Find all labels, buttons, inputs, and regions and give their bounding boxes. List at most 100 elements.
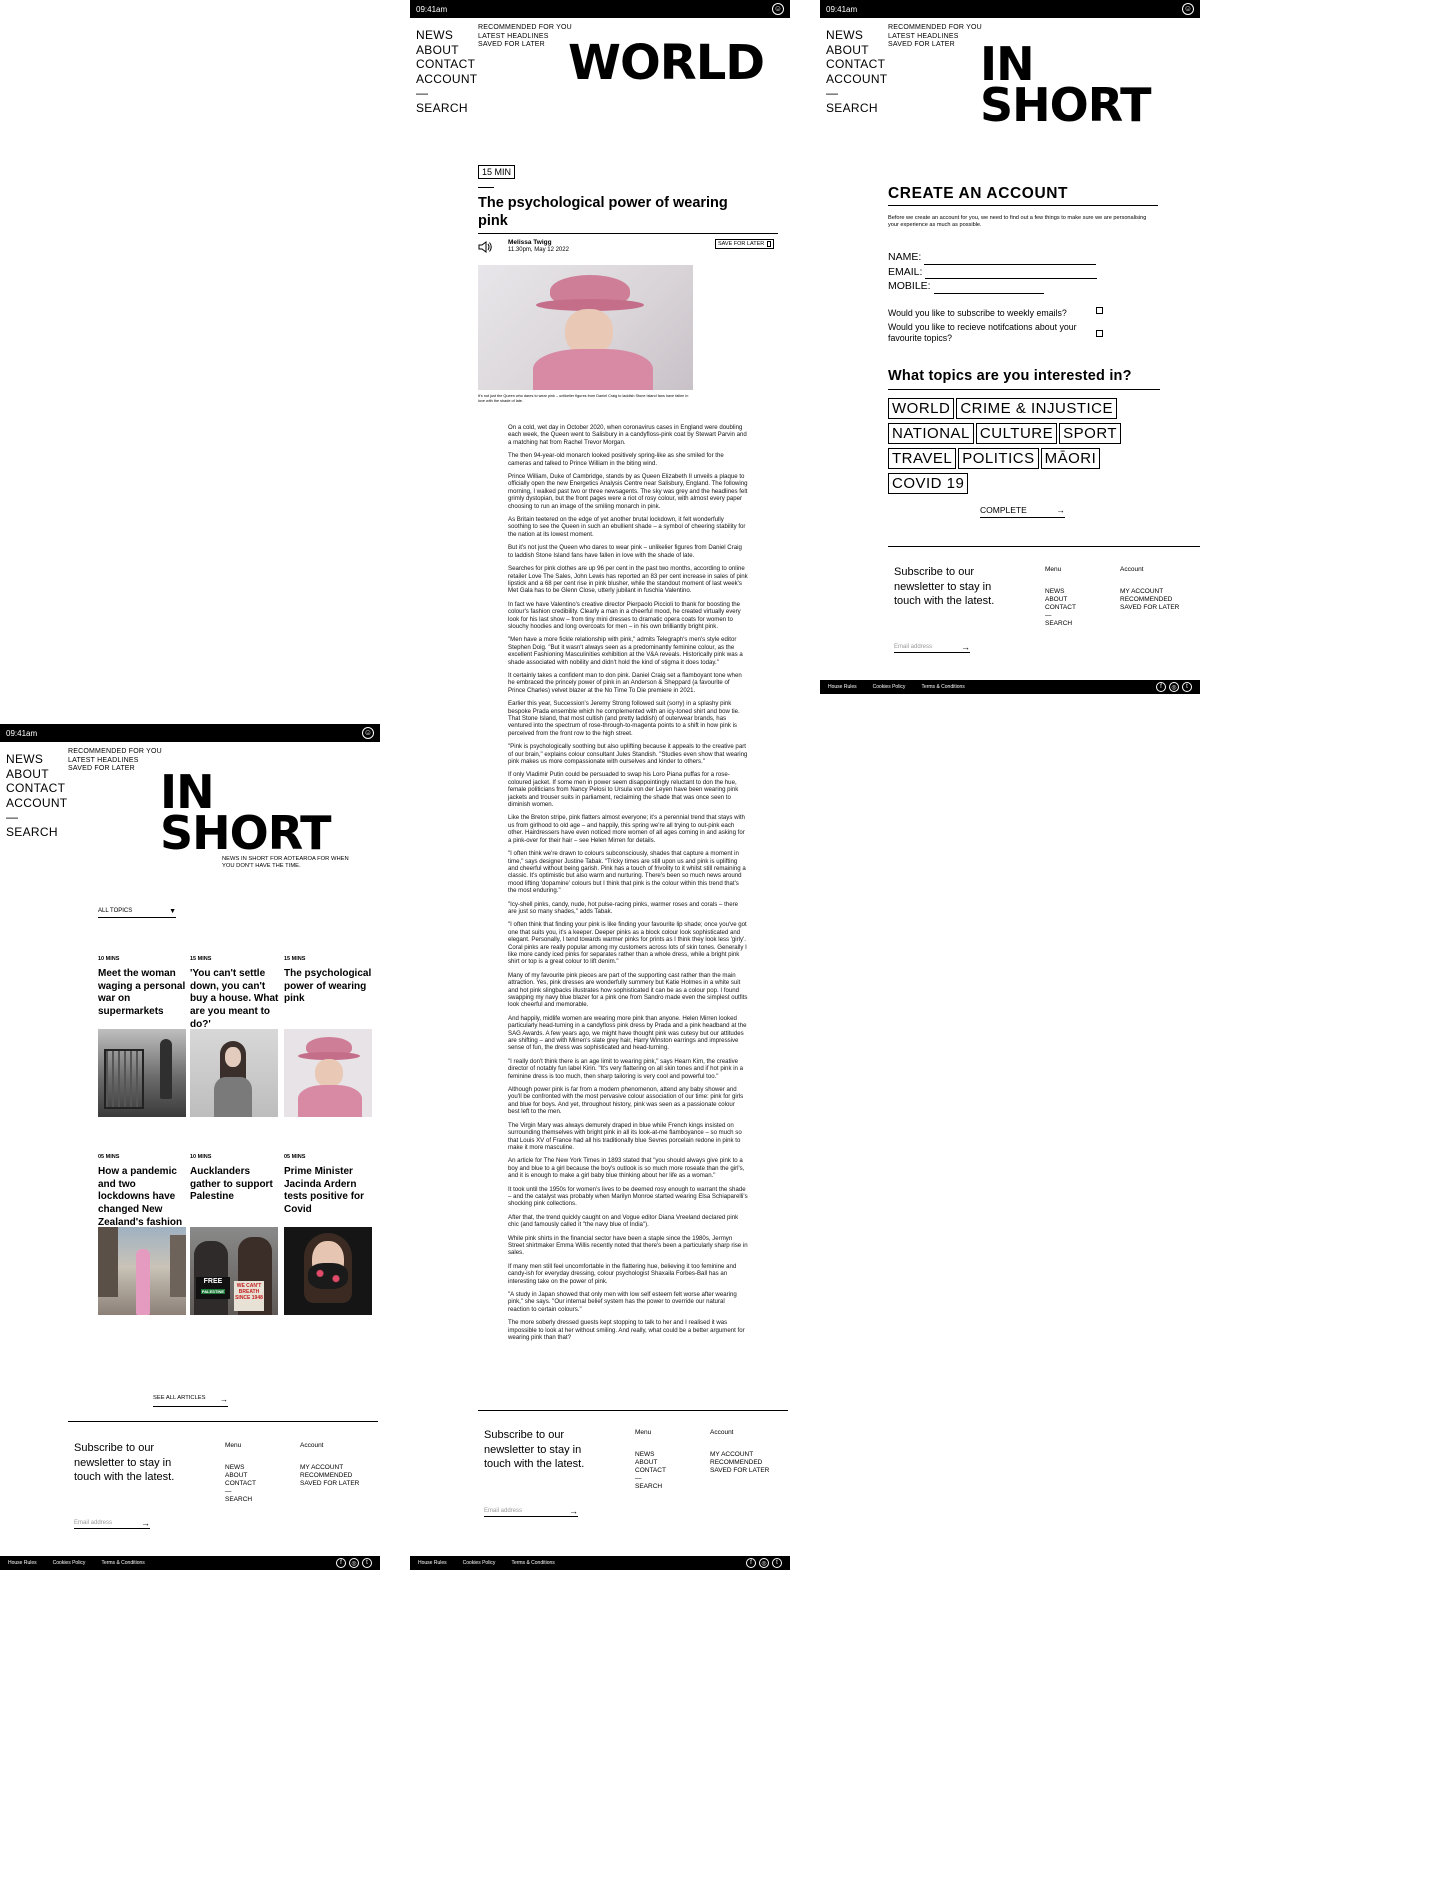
footer-recommended[interactable]: RECOMMENDED [1120, 596, 1179, 604]
nav-news[interactable]: NEWS [6, 752, 67, 767]
house-rules-link[interactable]: House Rules [828, 684, 857, 690]
nav-about[interactable]: ABOUT [6, 767, 67, 782]
accessibility-icon[interactable]: ☺ [772, 3, 784, 15]
article-card-6[interactable]: 05 MINS Prime Minister Jacinda Ardern te… [284, 1154, 374, 1217]
footer-menu-search[interactable]: SEARCH [1045, 620, 1076, 628]
topic-politics[interactable]: POLITICS [958, 448, 1039, 469]
nav-search[interactable]: SEARCH [416, 101, 477, 116]
subnav-saved[interactable]: SAVED FOR LATER [68, 765, 162, 774]
nav-search[interactable]: SEARCH [6, 825, 67, 840]
topic-filter[interactable]: ALL TOPICS ▼ [98, 908, 176, 918]
terms-link[interactable]: Terms & Conditions [101, 1560, 144, 1566]
house-rules-link[interactable]: House Rules [8, 1560, 37, 1566]
topic-maori[interactable]: MĀORI [1040, 448, 1101, 469]
speaker-icon[interactable] [478, 240, 492, 253]
footer-my-account[interactable]: MY ACCOUNT [1120, 588, 1179, 596]
save-for-later-button[interactable]: SAVE FOR LATER [715, 239, 775, 249]
email-input[interactable]: Email address → [484, 1506, 578, 1517]
nav-news[interactable]: NEWS [826, 28, 887, 43]
nav-account[interactable]: ACCOUNT [6, 796, 67, 811]
arrow-right-icon[interactable]: → [141, 1518, 150, 1528]
nav-contact[interactable]: CONTACT [6, 781, 67, 796]
facebook-icon[interactable]: f [1156, 682, 1166, 692]
instagram-icon[interactable]: ◎ [1169, 682, 1179, 692]
nav-news[interactable]: NEWS [416, 28, 477, 43]
card-5-image[interactable]: FREE PALESTINE WE CAN'T BREATH SINCE 194… [190, 1227, 278, 1315]
subnav-latest[interactable]: LATEST HEADLINES [478, 33, 572, 42]
footer-recommended[interactable]: RECOMMENDED [710, 1459, 769, 1467]
accessibility-icon[interactable]: ☺ [362, 727, 374, 739]
footer-menu-contact[interactable]: CONTACT [225, 1480, 256, 1488]
accessibility-icon[interactable]: ☺ [1182, 3, 1194, 15]
twitter-icon[interactable]: t [772, 1558, 782, 1568]
cookies-link[interactable]: Cookies Policy [53, 1560, 86, 1566]
topic-sport[interactable]: SPORT [1059, 423, 1122, 444]
subnav-saved[interactable]: SAVED FOR LATER [478, 41, 572, 50]
article-card-3[interactable]: 15 MINS The psychological power of weari… [284, 956, 374, 1006]
card-1-image[interactable] [98, 1029, 186, 1117]
card-3-image[interactable] [284, 1029, 372, 1117]
footer-menu-search[interactable]: SEARCH [225, 1496, 256, 1504]
footer-menu-news[interactable]: NEWS [225, 1464, 256, 1472]
nav-account[interactable]: ACCOUNT [416, 72, 477, 87]
card-4-image[interactable] [98, 1227, 186, 1315]
terms-link[interactable]: Terms & Conditions [921, 684, 964, 690]
footer-menu-contact[interactable]: CONTACT [1045, 604, 1076, 612]
subnav-saved[interactable]: SAVED FOR LATER [888, 41, 982, 50]
subnav-recommended[interactable]: RECOMMENDED FOR YOU [888, 24, 982, 33]
subnav-recommended[interactable]: RECOMMENDED FOR YOU [478, 24, 572, 33]
topic-crime-injustice[interactable]: CRIME & INJUSTICE [956, 398, 1118, 419]
card-2-image[interactable] [190, 1029, 278, 1117]
nav-contact[interactable]: CONTACT [416, 57, 477, 72]
facebook-icon[interactable]: f [336, 1558, 346, 1568]
subnav-recommended[interactable]: RECOMMENDED FOR YOU [68, 748, 162, 757]
subnav-latest[interactable]: LATEST HEADLINES [888, 33, 982, 42]
topic-travel[interactable]: TRAVEL [888, 448, 957, 469]
footer-my-account[interactable]: MY ACCOUNT [710, 1451, 769, 1459]
topic-world[interactable]: WORLD [888, 398, 955, 419]
footer-menu-search[interactable]: SEARCH [635, 1483, 666, 1491]
name-field[interactable] [924, 256, 1097, 265]
article-card-1[interactable]: 10 MINS Meet the woman waging a personal… [98, 956, 186, 1019]
nav-search[interactable]: SEARCH [826, 101, 887, 116]
nav-about[interactable]: ABOUT [826, 43, 887, 58]
article-card-4[interactable]: 05 MINS How a pandemic and two lockdowns… [98, 1154, 186, 1230]
nav-about[interactable]: ABOUT [416, 43, 477, 58]
topic-culture[interactable]: CULTURE [975, 423, 1058, 444]
instagram-icon[interactable]: ◎ [349, 1558, 359, 1568]
twitter-icon[interactable]: t [1182, 682, 1192, 692]
article-card-2[interactable]: 15 MINS 'You can't settle down, you can'… [190, 956, 280, 1032]
arrow-right-icon[interactable]: → [961, 642, 970, 652]
footer-saved[interactable]: SAVED FOR LATER [710, 1467, 769, 1475]
mobile-field[interactable] [933, 285, 1044, 294]
article-card-5[interactable]: 10 MINS Aucklanders gather to support Pa… [190, 1154, 280, 1204]
complete-button[interactable]: COMPLETE → [980, 505, 1065, 518]
footer-recommended[interactable]: RECOMMENDED [300, 1472, 359, 1480]
footer-menu-about[interactable]: ABOUT [225, 1472, 256, 1480]
twitter-icon[interactable]: t [362, 1558, 372, 1568]
instagram-icon[interactable]: ◎ [759, 1558, 769, 1568]
email-input[interactable]: Email address → [894, 642, 970, 653]
footer-my-account[interactable]: MY ACCOUNT [300, 1464, 359, 1472]
footer-menu-news[interactable]: NEWS [635, 1451, 666, 1459]
subnav-latest[interactable]: LATEST HEADLINES [68, 757, 162, 766]
card-6-image[interactable] [284, 1227, 372, 1315]
notifications-checkbox[interactable] [1096, 330, 1103, 337]
nav-account[interactable]: ACCOUNT [826, 72, 887, 87]
email-input[interactable]: Email address → [74, 1518, 150, 1529]
footer-saved[interactable]: SAVED FOR LATER [1120, 604, 1179, 612]
see-all-articles-link[interactable]: SEE ALL ARTICLES → [153, 1395, 228, 1407]
footer-menu-contact[interactable]: CONTACT [635, 1467, 666, 1475]
facebook-icon[interactable]: f [746, 1558, 756, 1568]
topic-national[interactable]: NATIONAL [888, 423, 974, 444]
footer-saved[interactable]: SAVED FOR LATER [300, 1480, 359, 1488]
footer-menu-news[interactable]: NEWS [1045, 588, 1076, 596]
arrow-right-icon[interactable]: → [569, 1506, 578, 1516]
cookies-link[interactable]: Cookies Policy [463, 1560, 496, 1566]
footer-menu-about[interactable]: ABOUT [1045, 596, 1076, 604]
cookies-link[interactable]: Cookies Policy [873, 684, 906, 690]
terms-link[interactable]: Terms & Conditions [511, 1560, 554, 1566]
nav-contact[interactable]: CONTACT [826, 57, 887, 72]
house-rules-link[interactable]: House Rules [418, 1560, 447, 1566]
footer-menu-about[interactable]: ABOUT [635, 1459, 666, 1467]
